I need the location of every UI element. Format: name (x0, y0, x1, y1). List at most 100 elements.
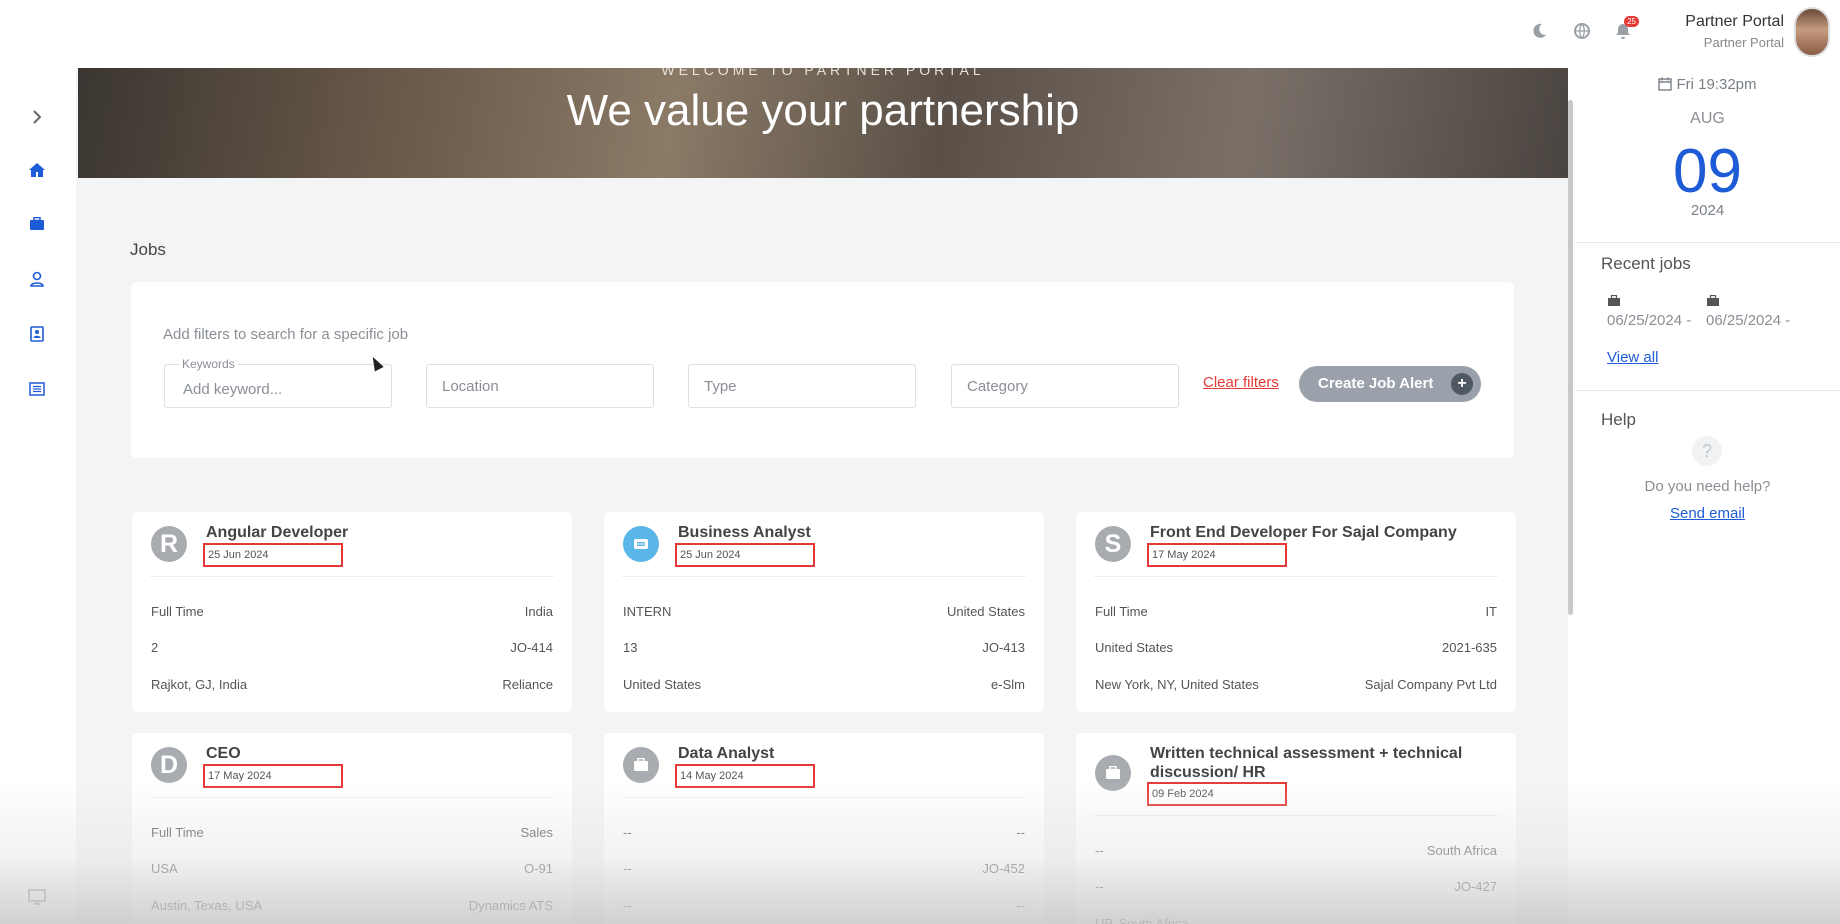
left-sidebar (0, 68, 76, 924)
vertical-scrollbar[interactable] (1568, 100, 1573, 615)
company-logo: R (151, 526, 187, 562)
job-company: e-Slm (991, 677, 1025, 692)
job-country: United States (1095, 640, 1174, 655)
hero-subtitle: WELCOME TO PARTNER PORTAL (661, 68, 985, 78)
screen-share-icon[interactable] (26, 886, 48, 908)
job-openings: 13 (623, 640, 638, 655)
job-date: 17 May 2024 (1147, 543, 1287, 567)
job-employment-type: Full Time (1095, 604, 1148, 619)
job-title[interactable]: Written technical assessment + technical… (1150, 744, 1500, 782)
keywords-field[interactable]: Keywords (164, 357, 392, 408)
job-country: United States (946, 604, 1025, 619)
divider (1575, 242, 1840, 243)
job-location: -- (623, 898, 632, 913)
job-title[interactable]: CEO (206, 744, 556, 763)
top-bar: 25 Partner Portal Partner Portal (0, 0, 1840, 68)
job-title[interactable]: Angular Developer (206, 523, 556, 542)
job-company: Sajal Company Pvt Ltd (1364, 677, 1497, 692)
divider (150, 576, 554, 577)
hero-banner: WELCOME TO PARTNER PORTAL We value your … (78, 68, 1568, 178)
clear-filters-link[interactable]: Clear filters (1203, 374, 1279, 391)
job-title[interactable]: Business Analyst (678, 523, 1028, 542)
bell-icon[interactable]: 25 (1612, 16, 1639, 42)
type-field[interactable] (688, 364, 916, 408)
divider (1094, 815, 1498, 816)
divider (1575, 390, 1840, 391)
job-country: -- (623, 861, 632, 876)
current-time: Fri 19:32pm (1575, 76, 1840, 93)
recent-job-item[interactable]: 06/25/2024 - (1706, 312, 1790, 329)
create-job-alert-button[interactable]: Create Job Alert + (1299, 366, 1481, 402)
calendar-day: 09 (1673, 137, 1742, 206)
keywords-input[interactable] (181, 376, 376, 402)
moon-icon[interactable] (1528, 20, 1550, 42)
job-date: 14 May 2024 (675, 764, 815, 788)
job-date: 09 Feb 2024 (1147, 782, 1287, 806)
location-field[interactable] (426, 364, 654, 408)
job-code: 2021-635 (1442, 640, 1497, 655)
job-openings: 2 (151, 640, 159, 655)
job-company: Dynamics ATS (468, 898, 553, 913)
job-location: United States (623, 677, 702, 692)
recent-job-item[interactable]: 06/25/2024 - (1607, 312, 1691, 329)
help-heading: Help (1601, 410, 1636, 429)
job-category: Sales (520, 825, 553, 840)
view-all-link[interactable]: View all (1607, 349, 1658, 366)
job-date: 17 May 2024 (203, 764, 343, 788)
calendar-month: AUG (1690, 110, 1725, 127)
job-employment-type: INTERN (623, 604, 672, 619)
job-location: Rajkot, GJ, India (151, 677, 248, 692)
category-select[interactable] (965, 373, 1160, 399)
job-title[interactable]: Front End Developer For Sajal Company (1150, 523, 1500, 542)
job-code: JO-452 (982, 861, 1025, 876)
avatar[interactable] (1794, 7, 1830, 57)
user-name[interactable]: Partner Portal (1685, 13, 1784, 31)
jobs-heading: Jobs (130, 240, 166, 259)
job-code: JO-413 (982, 640, 1025, 655)
job-card[interactable]: Business Analyst 25 Jun 2024 INTERN Unit… (604, 512, 1044, 712)
calendar-year: 2024 (1690, 202, 1725, 219)
job-card[interactable]: D CEO 17 May 2024 Full Time Sales USA O-… (132, 733, 572, 924)
job-employment-type: Full Time (151, 825, 204, 840)
job-country: India (524, 604, 553, 619)
job-employment-type: -- (623, 825, 632, 840)
job-card[interactable]: S Front End Developer For Sajal Company … (1076, 512, 1516, 712)
home-icon[interactable] (26, 159, 48, 181)
expand-chevron-icon[interactable] (26, 106, 48, 128)
main-content: WELCOME TO PARTNER PORTAL We value your … (76, 68, 1568, 924)
send-email-link[interactable]: Send email (1575, 505, 1840, 522)
company-logo: D (151, 747, 187, 783)
help-text: Do you need help? (1644, 478, 1771, 495)
location-input[interactable] (440, 373, 635, 399)
user-icon[interactable] (26, 268, 48, 290)
filter-hint: Add filters to search for a specific job (163, 326, 409, 343)
job-title[interactable]: Data Analyst (678, 744, 1028, 763)
briefcase-icon (1607, 294, 1621, 306)
job-company: -- (1488, 916, 1497, 924)
briefcase-icon (1706, 294, 1720, 306)
briefcase-icon[interactable] (26, 213, 48, 235)
job-card[interactable]: Written technical assessment + technical… (1076, 733, 1516, 924)
category-field[interactable] (951, 364, 1179, 408)
globe-icon[interactable] (1571, 20, 1593, 42)
job-location: UP, South Africa (1095, 916, 1189, 924)
company-logo (623, 747, 659, 783)
job-category: -- (1016, 825, 1025, 840)
job-location: Austin, Texas, USA (151, 898, 263, 913)
help-icon: ? (1692, 436, 1722, 466)
job-card[interactable]: Data Analyst 14 May 2024 -- -- -- JO-452… (604, 733, 1044, 924)
type-select[interactable] (702, 373, 897, 399)
job-employment-type: Full Time (151, 604, 204, 619)
recent-jobs-heading: Recent jobs (1601, 254, 1691, 273)
job-country: USA (151, 861, 178, 876)
job-company: Reliance (502, 677, 553, 692)
divider (150, 797, 554, 798)
job-country: South Africa (1426, 843, 1497, 858)
keywords-label: Keywords (179, 357, 238, 371)
contacts-icon[interactable] (26, 323, 48, 345)
create-job-alert-label: Create Job Alert (1318, 375, 1434, 392)
job-date: 25 Jun 2024 (675, 543, 815, 567)
job-card[interactable]: R Angular Developer 25 Jun 2024 Full Tim… (132, 512, 572, 712)
list-icon[interactable] (26, 378, 48, 400)
filter-card: Add filters to search for a specific job… (131, 282, 1514, 458)
